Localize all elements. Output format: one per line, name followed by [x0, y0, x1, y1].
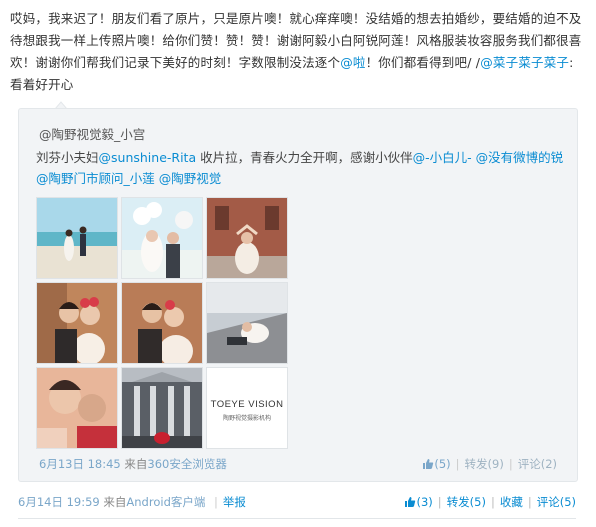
photo-thumbnail[interactable]: [121, 282, 203, 364]
mention-link[interactable]: @陶野视觉: [155, 171, 222, 186]
mention-link[interactable]: @陶野门市顾问_小莲: [36, 171, 155, 186]
repost-actions: (5) | 转发(9) | 评论(2): [422, 456, 557, 472]
divider: |: [527, 495, 532, 509]
like-count: (3): [416, 495, 433, 509]
repost-timestamp-link[interactable]: 6月13日 18:45: [39, 457, 121, 471]
divider-line: [18, 518, 576, 519]
thumb-up-icon: [423, 459, 434, 469]
balloon-couple-photo: [122, 198, 202, 278]
mention-link[interactable]: @啦: [340, 55, 365, 70]
photo-thumbnail[interactable]: [36, 367, 118, 449]
photo-thumbnail[interactable]: [36, 282, 118, 364]
columns-building-photo: [122, 368, 202, 448]
building-couple-photo: [207, 198, 287, 278]
post-text: 哎妈，我来迟了！朋友们看了原片，只是原片噢！就心痒痒噢！没结婚的想去拍婚纱，要结…: [10, 8, 586, 96]
divider: |: [214, 495, 218, 509]
post-source-link[interactable]: Android客户端: [126, 495, 205, 509]
divider: |: [508, 457, 513, 471]
repost-comment-link[interactable]: 评论(2): [518, 457, 557, 471]
repost-source-link[interactable]: 360安全浏览器: [147, 457, 226, 471]
forward-link[interactable]: 转发(5): [447, 495, 486, 509]
photo-thumbnail[interactable]: [206, 282, 288, 364]
from-label: 来自: [124, 457, 148, 471]
post-text-part: ！你们都看得到吧/ /: [365, 55, 481, 70]
repost-forward-link[interactable]: 转发(9): [465, 457, 504, 471]
logo-card[interactable]: TOEYE VISION 陶野视觉摄影机构: [206, 367, 288, 449]
repost-meta: 6月13日 18:45 来自360安全浏览器: [39, 456, 227, 472]
mention-link[interactable]: @没有微博的锐: [472, 150, 564, 165]
repost-text: 刘芬小夫妇@sunshine-Rita 收片拉，青春火力全开啊，感谢小伙伴@-小…: [36, 147, 566, 189]
repost-like-button[interactable]: (5): [422, 457, 451, 471]
photo-thumbnail[interactable]: [121, 367, 203, 449]
photo-thumbnail[interactable]: [206, 197, 288, 279]
closeup-couple-photo: [37, 368, 117, 448]
logo-text: TOEYE VISION: [210, 399, 284, 410]
repost-text-part: 刘芬小夫妇: [36, 150, 99, 165]
repost-like-count: (5): [434, 457, 451, 471]
post-meta: 6月14日 19:59 来自Android客户端 | 举报: [18, 494, 246, 510]
repost-text-part: 收片拉，青春火力全开啊，感谢小伙伴: [196, 150, 413, 165]
portrait-couple-photo: [37, 283, 117, 363]
mention-link[interactable]: @sunshine-Rita: [99, 150, 197, 165]
post-timestamp-link[interactable]: 6月14日 19:59: [18, 495, 100, 509]
post-actions: (3) | 转发(5) | 收藏 | 评论(5): [404, 494, 576, 510]
divider: |: [455, 457, 460, 471]
repost-panel: @陶野视觉毅_小宫 刘芬小夫妇@sunshine-Rita 收片拉，青春火力全开…: [18, 108, 578, 482]
photo-thumbnail[interactable]: [121, 197, 203, 279]
photo-thumbnail[interactable]: [36, 197, 118, 279]
thumb-up-icon: [405, 497, 416, 507]
street-couple-photo: [207, 283, 287, 363]
mention-link[interactable]: @菜子菜子菜子: [480, 55, 569, 70]
divider: |: [437, 495, 442, 509]
like-button[interactable]: (3): [404, 495, 433, 509]
beach-couple-photo: [37, 198, 117, 278]
portrait-couple-photo: [122, 283, 202, 363]
logo-subtext: 陶野视觉摄影机构: [222, 415, 271, 422]
repost-author-link[interactable]: @陶野视觉毅_小宫: [39, 124, 145, 143]
from-label: 来自: [103, 495, 127, 509]
favorite-link[interactable]: 收藏: [500, 495, 523, 509]
divider: |: [490, 495, 495, 509]
report-link[interactable]: 举报: [223, 495, 246, 509]
comment-link[interactable]: 评论(5): [537, 495, 576, 509]
mention-link[interactable]: @-小白儿-: [413, 150, 472, 165]
